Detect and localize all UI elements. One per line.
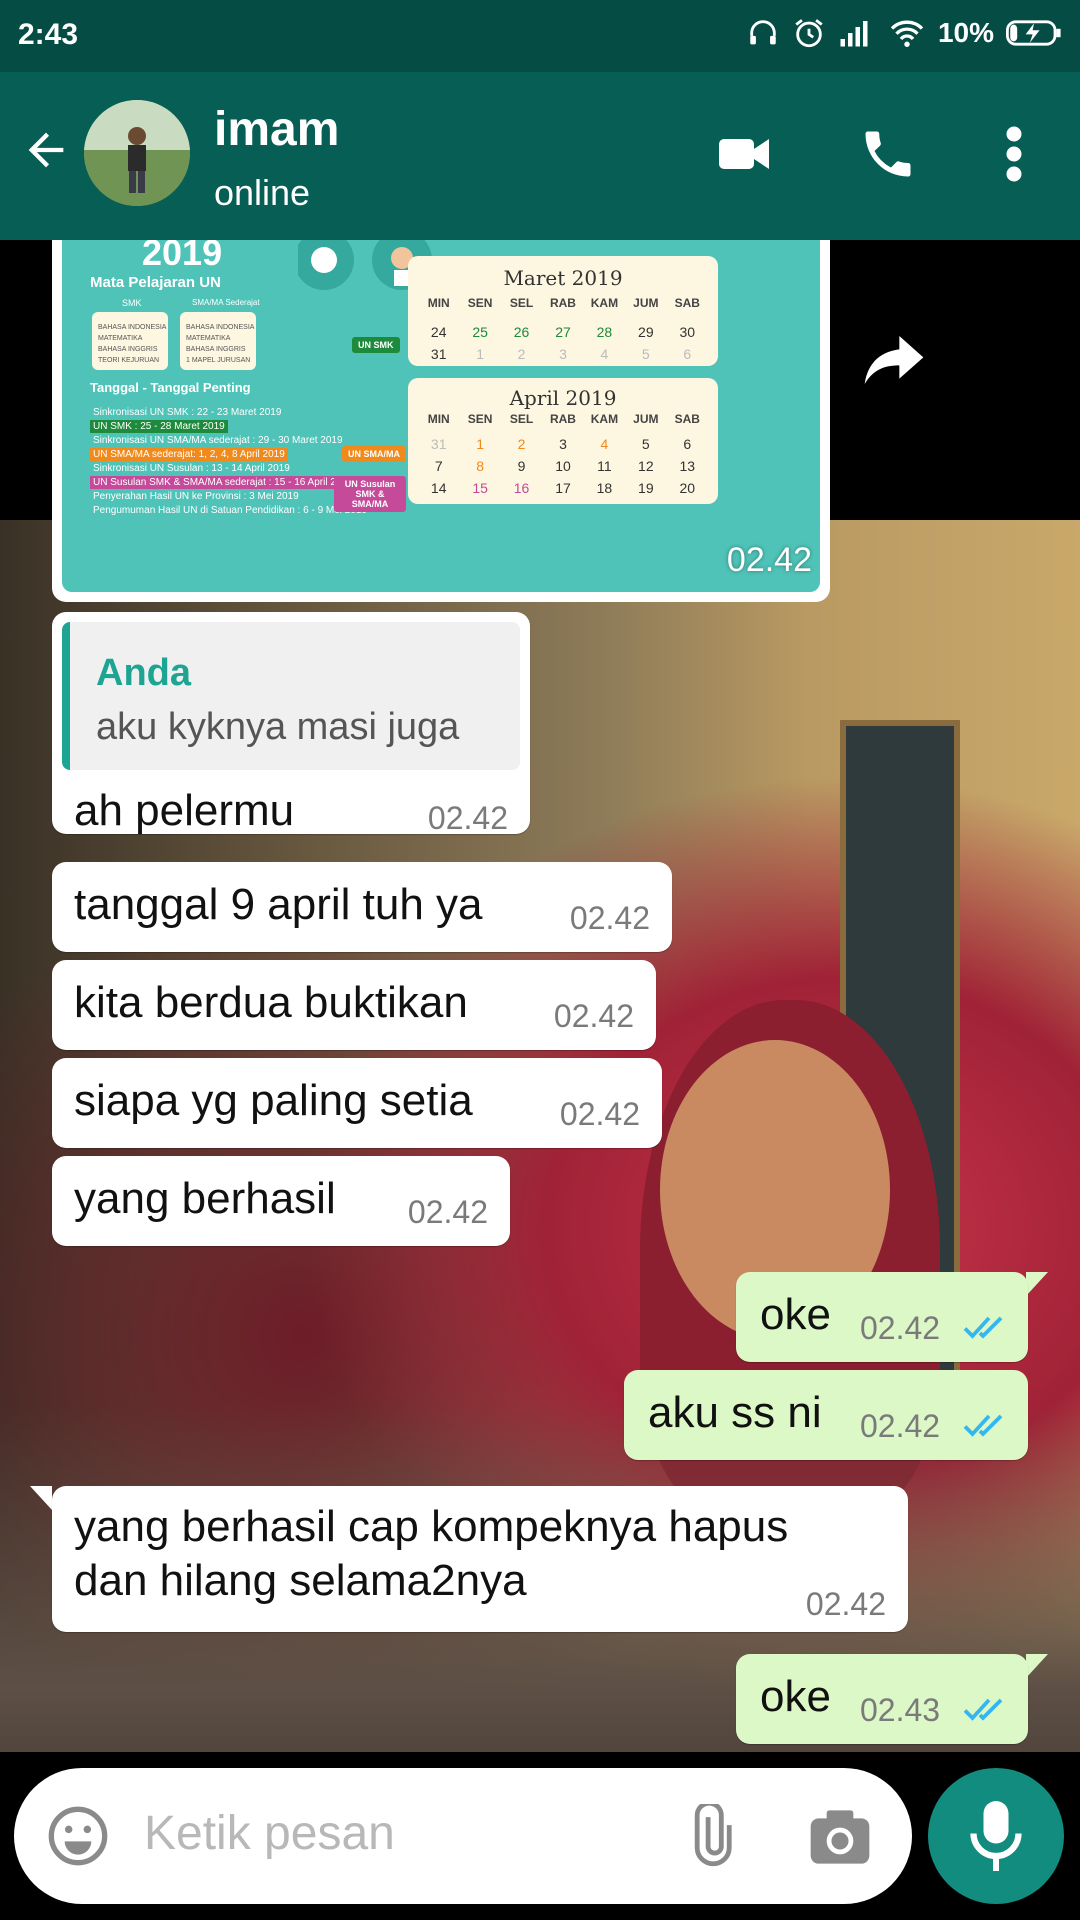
contact-status: online	[214, 172, 311, 213]
sma-subjects: BAHASA INDONESIA MATEMATIKA BAHASA INGGRIS…	[186, 324, 255, 364]
message-bubble-in[interactable]: kita berdua buktikan 02.42	[52, 960, 656, 1050]
message-time: 02.42	[427, 800, 508, 836]
message-text: kita berdua buktikan	[74, 978, 468, 1027]
message-text: oke	[760, 1672, 831, 1721]
message-text: oke	[760, 1290, 831, 1339]
battery-percent: 10%	[937, 17, 994, 48]
message-bubble-in[interactable]: tanggal 9 april tuh ya 02.42	[52, 862, 672, 952]
mic-icon	[970, 1801, 1022, 1871]
message-time: 02.42	[553, 998, 634, 1034]
march-calendar: Maret 2019 MIN SEN SEL RAB KAM JUM SAB 24 25 26 2…	[408, 256, 718, 366]
message-text-line2: dan hilang selama2nya	[74, 1556, 527, 1605]
message-text: aku ss ni	[648, 1388, 822, 1437]
chat-header: imam online	[0, 72, 1080, 240]
more-vert-icon[interactable]	[1000, 124, 1028, 184]
bubble-tail	[1026, 1654, 1048, 1678]
status-bar: 2:43 10%	[0, 0, 1080, 72]
wifi-icon	[890, 20, 924, 47]
smk-subjects: BAHASA INDONESIA MATEMATIKA BAHASA INGGRIS…	[98, 324, 167, 364]
alarm-icon	[795, 19, 823, 48]
message-bubble-out[interactable]: aku ss ni 02.42	[624, 1370, 1028, 1460]
message-text: ah pelermu	[74, 786, 295, 835]
april-calendar: April 2019 MIN SEN SEL RAB KAM JUM SAB 31 1 2 3 4 5…	[408, 378, 718, 504]
phone-icon[interactable]	[858, 124, 918, 184]
message-text: siapa yg paling setia	[74, 1076, 473, 1125]
mic-button[interactable]	[928, 1768, 1064, 1904]
message-time: 02.42	[860, 1408, 941, 1444]
message-text: yang berhasil	[74, 1174, 336, 1223]
camera-icon[interactable]	[808, 1806, 872, 1868]
contact-name[interactable]: imam	[214, 102, 339, 157]
image-message[interactable]: 2019 Mata Pelajaran UN SMK SMA/MA Sedera…	[52, 240, 830, 602]
message-bubble-in[interactable]: siapa yg paling setia 02.42	[52, 1058, 662, 1148]
message-bubble-in[interactable]: yang berhasil 02.42	[52, 1156, 510, 1246]
quoted-sender: Anda	[96, 652, 191, 694]
message-bubble-out[interactable]: oke 02.43	[736, 1654, 1028, 1744]
contact-avatar[interactable]	[84, 100, 190, 206]
message-time: 02.42	[407, 1194, 488, 1230]
double-check-icon	[963, 1316, 1003, 1339]
message-time: 02.42	[805, 1586, 886, 1622]
headset-icon	[750, 20, 776, 45]
message-time: 02.42	[860, 1310, 941, 1346]
message-time: 02.42	[569, 900, 650, 936]
quoted-message[interactable]: Anda aku kyknya masi juga	[62, 622, 520, 770]
double-check-icon	[963, 1414, 1003, 1437]
message-text: tanggal 9 april tuh ya	[74, 880, 483, 929]
quoted-text: aku kyknya masi juga	[96, 706, 460, 748]
exam-schedule-image: 2019 Mata Pelajaran UN SMK SMA/MA Sedera…	[62, 240, 820, 592]
message-bubble-out[interactable]: oke 02.42	[736, 1272, 1028, 1362]
double-check-icon	[963, 1698, 1003, 1721]
message-time: 02.42	[559, 1096, 640, 1132]
message-input[interactable]: Ketik pesan	[144, 1806, 395, 1861]
bubble-tail	[30, 1486, 52, 1510]
message-text-line1: yang berhasil cap kompeknya hapus	[74, 1502, 789, 1551]
attach-icon[interactable]	[678, 1804, 742, 1868]
status-icons: 10%	[746, 16, 1062, 50]
chat-area[interactable]: 2019 Mata Pelajaran UN SMK SMA/MA Sedera…	[0, 240, 1080, 1752]
emoji-icon[interactable]	[46, 1804, 110, 1868]
signal-icon	[840, 21, 868, 47]
forward-icon[interactable]	[862, 332, 926, 388]
status-time: 2:43	[18, 18, 79, 51]
message-bubble-in[interactable]: Anda aku kyknya masi juga ah pelermu 02.…	[52, 612, 530, 836]
video-call-icon[interactable]	[712, 124, 776, 184]
back-arrow-icon[interactable]	[20, 124, 72, 176]
message-input-bar[interactable]: Ketik pesan	[14, 1768, 912, 1904]
bubble-tail	[1026, 1272, 1048, 1296]
message-bubble-in[interactable]: yang berhasil cap kompeknya hapus dan hi…	[52, 1486, 908, 1632]
battery-charging-icon	[1006, 20, 1061, 46]
image-message-time: 02.42	[726, 541, 812, 579]
message-time: 02.43	[860, 1692, 941, 1728]
